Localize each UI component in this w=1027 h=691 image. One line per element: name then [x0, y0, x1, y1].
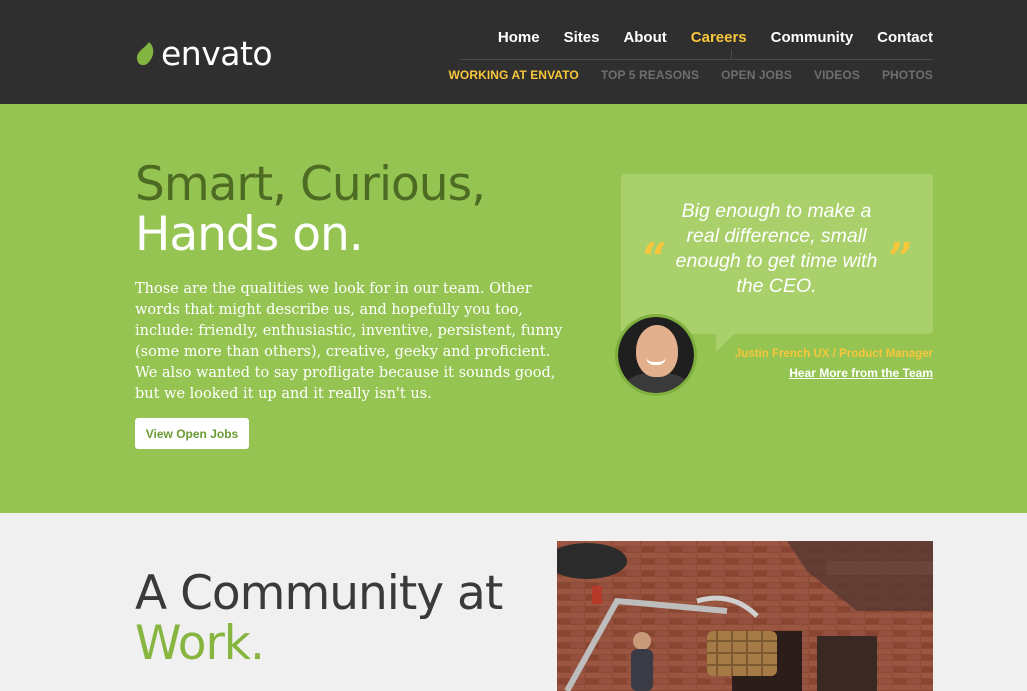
- quote-open-icon: “: [642, 234, 668, 285]
- nav-divider: [460, 59, 933, 60]
- nav-about[interactable]: About: [623, 29, 666, 46]
- nav-active-tick: [731, 50, 732, 59]
- site-header: envato Home Sites About Careers Communit…: [0, 0, 1027, 104]
- subnav-videos[interactable]: VIDEOS: [814, 68, 860, 82]
- nav-careers[interactable]: Careers: [691, 29, 747, 46]
- view-open-jobs-button[interactable]: View Open Jobs: [135, 418, 249, 449]
- nav-community[interactable]: Community: [771, 29, 854, 46]
- nav-sites[interactable]: Sites: [564, 29, 600, 46]
- hero-description: Those are the qualities we look for in o…: [135, 281, 563, 402]
- subnav-working-at-envato[interactable]: WORKING AT ENVATO: [448, 68, 578, 82]
- subnav-open-jobs[interactable]: OPEN JOBS: [721, 68, 792, 82]
- main-nav: Home Sites About Careers Community Conta…: [474, 29, 933, 46]
- subnav-top-5-reasons[interactable]: TOP 5 REASONS: [601, 68, 699, 82]
- community-section: A Community at Work.: [0, 513, 1027, 691]
- hero-title-line1: Smart, Curious,: [135, 157, 486, 212]
- quote-close-icon: ”: [888, 234, 914, 285]
- hero-title: Smart, Curious, Hands on.: [135, 157, 486, 262]
- community-title-line2: Work.: [135, 616, 265, 671]
- community-title-line1: A Community at: [135, 566, 503, 621]
- envato-logo[interactable]: envato: [135, 34, 273, 73]
- community-title: A Community at Work.: [135, 566, 503, 671]
- quote-text: Big enough to make a real difference, sm…: [675, 200, 878, 297]
- hear-more-link[interactable]: Hear More from the Team: [789, 366, 933, 380]
- nav-contact[interactable]: Contact: [877, 29, 933, 46]
- quote-author: Justin French UX / Product Manager: [734, 348, 933, 360]
- hero-title-line2: Hands on.: [135, 207, 364, 262]
- quote-tail: [716, 334, 734, 352]
- subnav-photos[interactable]: PHOTOS: [882, 68, 933, 82]
- logo-text: envato: [161, 34, 273, 73]
- nav-home[interactable]: Home: [498, 29, 540, 46]
- community-photo: [557, 541, 933, 691]
- sub-nav: WORKING AT ENVATO TOP 5 REASONS OPEN JOB…: [426, 68, 933, 82]
- bicycle-photo-illustration: [557, 541, 933, 691]
- leaf-icon: [137, 41, 154, 65]
- avatar: [615, 314, 697, 396]
